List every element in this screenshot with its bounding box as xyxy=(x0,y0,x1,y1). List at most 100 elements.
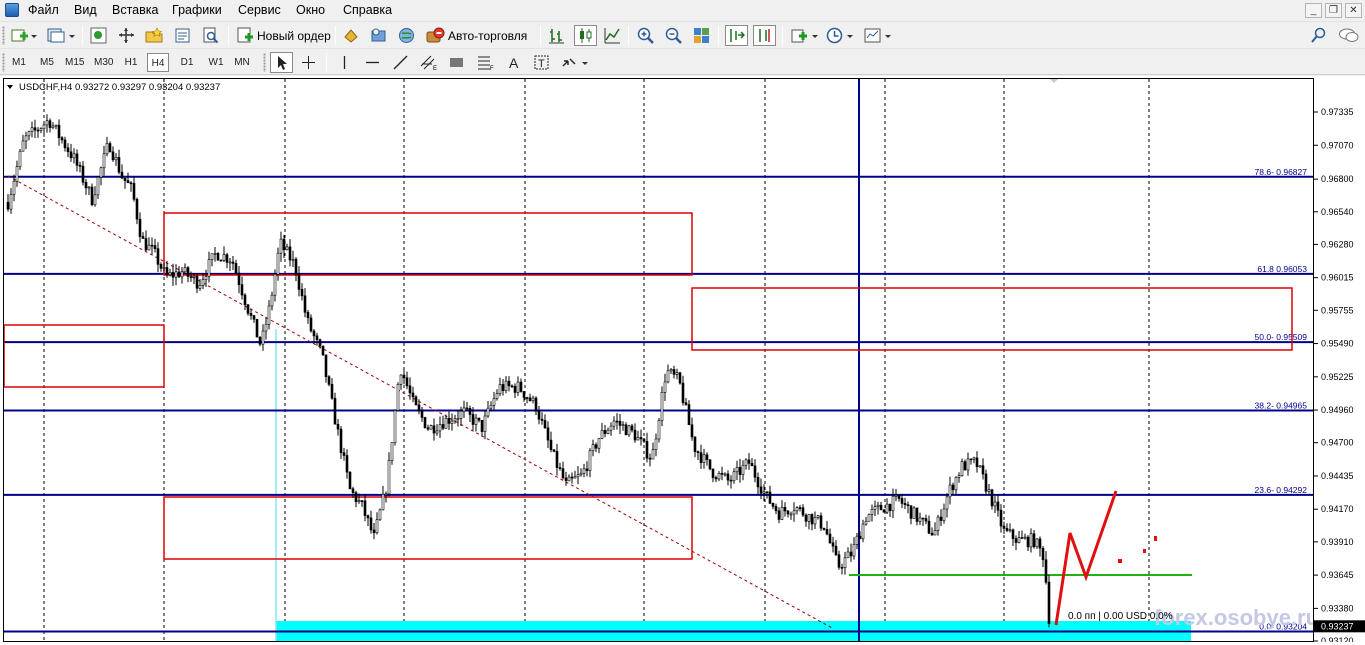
templates-button[interactable] xyxy=(862,25,894,46)
candlestick-chart-button[interactable] xyxy=(574,25,597,46)
candle-body xyxy=(201,279,205,286)
candle-body xyxy=(126,180,130,184)
trendline-tool[interactable] xyxy=(390,52,411,73)
price-label: 0.96540 xyxy=(1321,207,1354,217)
search-button[interactable] xyxy=(1308,25,1329,46)
zoom-in-button[interactable] xyxy=(635,25,656,46)
autotrading-button[interactable]: Авто-торговля xyxy=(424,25,529,46)
strategy-tester-button[interactable] xyxy=(200,25,221,46)
menu-charts[interactable]: Графики xyxy=(172,3,222,17)
market-watch-button[interactable] xyxy=(88,25,109,46)
candle-body xyxy=(717,473,721,480)
price-label: 0.95490 xyxy=(1321,339,1354,349)
candle-body xyxy=(1011,529,1015,539)
chart-shift-marker[interactable] xyxy=(1050,79,1058,83)
timeframe-m15[interactable]: M15 xyxy=(62,53,87,72)
candle-body xyxy=(1038,538,1042,549)
candle-body xyxy=(288,246,292,261)
text-tool[interactable]: A xyxy=(503,52,524,73)
candle-body xyxy=(90,186,94,206)
text-label-tool[interactable]: T xyxy=(531,52,552,73)
community-button[interactable] xyxy=(396,25,417,46)
timeframe-h4[interactable]: H4 xyxy=(147,53,169,72)
folder-star-icon xyxy=(145,27,163,43)
timeframe-m1[interactable]: M1 xyxy=(8,53,30,72)
fibonacci-tool[interactable]: F xyxy=(474,52,497,73)
favorites-button[interactable] xyxy=(143,25,166,46)
restore-button[interactable]: ❐ xyxy=(1325,3,1342,18)
chart-canvas[interactable]: 78.6- 0.96827 61.8 0.96053 50.0- 0.95509 38… xyxy=(3,78,1314,642)
crosshair-tool[interactable] xyxy=(298,52,319,73)
menu-window[interactable]: Окно xyxy=(296,3,325,17)
timeframe-mn[interactable]: MN xyxy=(231,53,253,72)
forecast-path[interactable] xyxy=(1054,490,1118,626)
candle-body xyxy=(828,533,832,544)
timeframe-m5[interactable]: M5 xyxy=(36,53,58,72)
candle-body xyxy=(858,535,862,540)
candle-body xyxy=(135,199,139,220)
minimize-button[interactable]: _ xyxy=(1305,3,1322,18)
candle-body xyxy=(798,507,802,509)
globe-icon xyxy=(399,28,414,43)
vertical-line-tool[interactable] xyxy=(334,52,355,73)
menu-tools[interactable]: Сервис xyxy=(238,3,281,17)
candle-body xyxy=(333,397,337,425)
cursor-tool[interactable] xyxy=(270,52,293,73)
candle-body xyxy=(603,429,607,434)
candle-body xyxy=(498,384,502,394)
chart-window[interactable]: 78.6- 0.96827 61.8 0.96053 50.0- 0.95509 38… xyxy=(0,76,1365,645)
periods-button[interactable] xyxy=(824,25,856,46)
navigator-button[interactable] xyxy=(116,25,137,46)
candle-body xyxy=(693,436,697,452)
support-zone-lower[interactable] xyxy=(163,496,693,560)
rectangle-tool[interactable] xyxy=(446,52,467,73)
signals-button[interactable] xyxy=(340,25,361,46)
terminal-button[interactable] xyxy=(172,25,193,46)
zoom-out-button[interactable] xyxy=(663,25,684,46)
indicators-button[interactable] xyxy=(789,25,821,46)
resistance-zone-right[interactable] xyxy=(691,287,1293,351)
trendline[interactable] xyxy=(7,175,835,630)
timeframe-h1[interactable]: H1 xyxy=(120,53,142,72)
candle-body xyxy=(783,507,787,512)
bar-chart-button[interactable] xyxy=(546,25,567,46)
tile-windows-button[interactable] xyxy=(691,25,712,46)
candle-body xyxy=(513,385,517,393)
candle-body xyxy=(348,471,352,490)
arrows-tool[interactable] xyxy=(559,52,593,73)
profiles-button[interactable] xyxy=(44,25,78,46)
close-button[interactable]: ✕ xyxy=(1345,3,1362,18)
timeframe-m30[interactable]: M30 xyxy=(91,53,116,72)
candle-body xyxy=(153,245,157,249)
menu-file[interactable]: Файл xyxy=(28,3,59,17)
line-chart-button[interactable] xyxy=(602,25,623,46)
market-button[interactable] xyxy=(368,25,389,46)
menu-view[interactable]: Вид xyxy=(74,3,97,17)
horizontal-line-tool[interactable] xyxy=(362,52,383,73)
candle-body xyxy=(963,461,967,471)
chart-shift-button[interactable] xyxy=(753,25,776,46)
chat-button[interactable] xyxy=(1336,25,1362,46)
new-order-button[interactable]: Новый ордер xyxy=(235,25,333,46)
resistance-zone-left[interactable] xyxy=(4,324,165,388)
resistance-zone-upper[interactable] xyxy=(163,212,693,276)
autoscroll-button[interactable] xyxy=(725,25,748,46)
candle-body xyxy=(852,544,856,557)
candle-body xyxy=(261,330,265,345)
menu-help[interactable]: Справка xyxy=(343,3,392,17)
new-chart-button[interactable] xyxy=(9,25,39,46)
equidistant-channel-tool[interactable]: E xyxy=(418,52,441,73)
price-scale[interactable]: 0.97335 0.97070 0.96800 0.96540 0.96280 0.960… xyxy=(1314,78,1365,645)
timeframe-w1[interactable]: W1 xyxy=(205,53,227,72)
candle-body xyxy=(306,311,310,319)
chevron-down-icon[interactable] xyxy=(7,85,13,89)
candle-body xyxy=(651,449,655,460)
candle-body xyxy=(129,182,133,185)
menu-insert[interactable]: Вставка xyxy=(112,3,158,17)
magnifier-doc-icon xyxy=(203,27,219,44)
autotrading-label: Авто-торговля xyxy=(448,28,528,43)
price-chart[interactable]: 78.6- 0.96827 61.8 0.96053 50.0- 0.95509 38… xyxy=(4,79,1314,642)
candle-body xyxy=(897,494,901,499)
timeframe-d1[interactable]: D1 xyxy=(176,53,198,72)
price-label: 0.96280 xyxy=(1321,239,1354,249)
